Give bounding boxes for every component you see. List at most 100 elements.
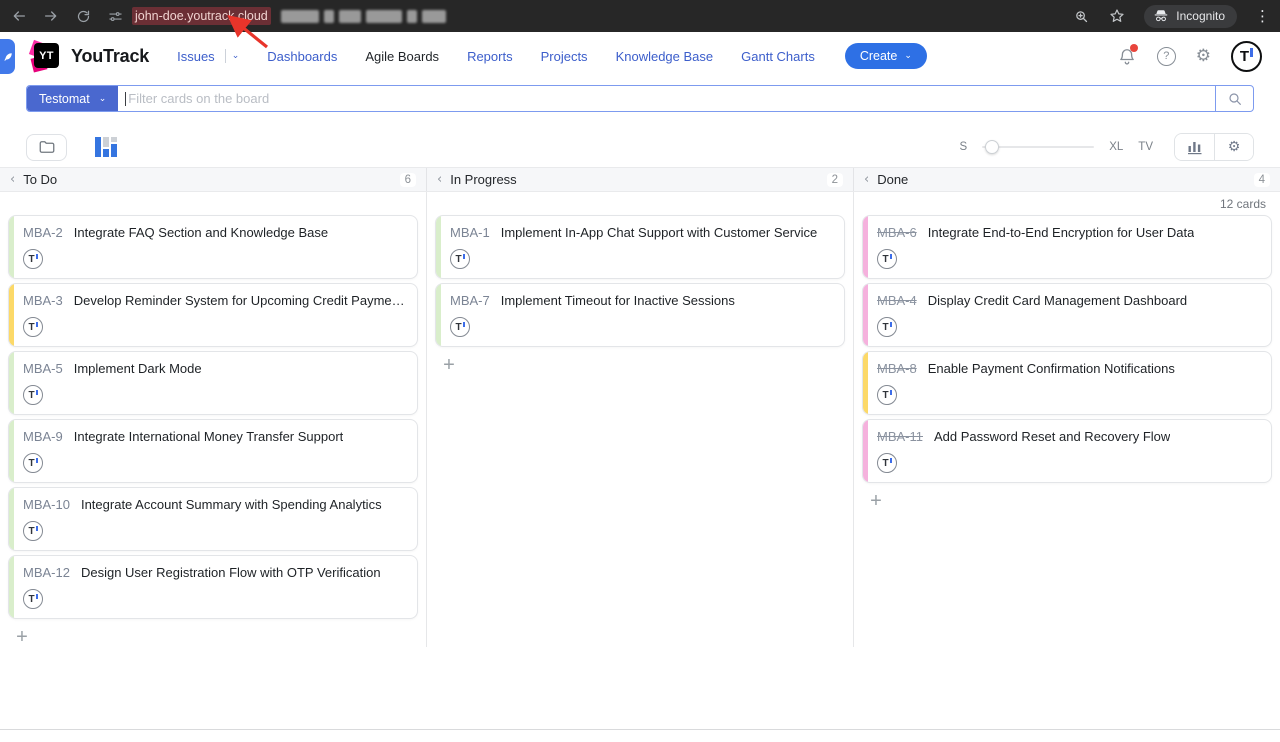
card-title[interactable]: Add Password Reset and Recovery Flow <box>934 429 1170 445</box>
incognito-badge[interactable]: Incognito <box>1144 5 1237 28</box>
card-stack: MBA-6 Integrate End-to-End Encryption for… <box>862 215 1272 483</box>
card-MBA-12[interactable]: MBA-12 Design User Registration Flow with… <box>8 555 418 619</box>
project-avatar[interactable]: T <box>877 385 897 405</box>
backlog-button[interactable] <box>26 134 67 161</box>
gear-icon: ⚙ <box>1228 140 1241 154</box>
project-avatar[interactable]: T <box>23 249 43 269</box>
notifications-bell-icon[interactable] <box>1117 46 1137 66</box>
add-card-button[interactable]: + <box>439 356 459 376</box>
column-chart-icon <box>93 135 119 159</box>
card-title[interactable]: Integrate International Money Transfer S… <box>74 429 344 445</box>
card-MBA-6[interactable]: MBA-6 Integrate End-to-End Encryption for… <box>862 215 1272 279</box>
nav-issues[interactable]: Issues <box>163 49 253 64</box>
card-MBA-2[interactable]: MBA-2 Integrate FAQ Section and Knowledge… <box>8 215 418 279</box>
card-id[interactable]: MBA-6 <box>877 225 917 241</box>
card-id[interactable]: MBA-9 <box>23 429 63 445</box>
card-id[interactable]: MBA-10 <box>23 497 70 513</box>
site-info-icon[interactable] <box>106 7 124 25</box>
card-id[interactable]: MBA-4 <box>877 293 917 309</box>
url-text[interactable]: john-doe.youtrack.cloud <box>132 7 271 25</box>
card-title[interactable]: Display Credit Card Management Dashboard <box>928 293 1187 309</box>
card-title[interactable]: Enable Payment Confirmation Notification… <box>928 361 1175 377</box>
card-id[interactable]: MBA-11 <box>877 429 923 445</box>
youtrack-logo-icon[interactable]: YT <box>30 40 62 72</box>
card-id[interactable]: MBA-7 <box>450 293 490 309</box>
card-MBA-9[interactable]: MBA-9 Integrate International Money Trans… <box>8 419 418 483</box>
board-chart-button[interactable] <box>1175 134 1214 160</box>
user-avatar[interactable]: T <box>1231 41 1262 72</box>
card-title[interactable]: Integrate End-to-End Encryption for User… <box>928 225 1195 241</box>
help-icon[interactable]: ? <box>1157 47 1176 66</box>
collapse-column-icon[interactable] <box>864 172 869 187</box>
card-id[interactable]: MBA-8 <box>877 361 917 377</box>
project-avatar[interactable]: T <box>23 453 43 473</box>
chart-view-toggle[interactable] <box>93 134 121 161</box>
nav-dashboards[interactable]: Dashboards <box>253 49 351 64</box>
card-title[interactable]: Implement In-App Chat Support with Custo… <box>501 225 817 241</box>
card-MBA-10[interactable]: MBA-10 Integrate Account Summary with Spe… <box>8 487 418 551</box>
nav-knowledge-base[interactable]: Knowledge Base <box>602 49 728 64</box>
search-button[interactable] <box>1215 86 1253 111</box>
project-avatar[interactable]: T <box>877 317 897 337</box>
project-avatar[interactable]: T <box>23 589 43 609</box>
card-MBA-11[interactable]: MBA-11 Add Password Reset and Recovery Fl… <box>862 419 1272 483</box>
column-header-done[interactable]: Done4 <box>853 168 1280 191</box>
card-id[interactable]: MBA-12 <box>23 565 70 581</box>
project-avatar[interactable]: T <box>23 521 43 541</box>
card-title[interactable]: Implement Dark Mode <box>74 361 202 377</box>
filter-input[interactable] <box>126 86 1215 111</box>
project-avatar[interactable]: T <box>23 385 43 405</box>
column-header-in-progress[interactable]: In Progress2 <box>426 168 853 191</box>
nav-reports[interactable]: Reports <box>453 49 527 64</box>
card-title[interactable]: Develop Reminder System for Upcoming Cre… <box>74 293 407 309</box>
add-card-button[interactable]: + <box>866 492 886 512</box>
project-avatar[interactable]: T <box>450 249 470 269</box>
card-id[interactable]: MBA-2 <box>23 225 63 241</box>
project-avatar[interactable]: T <box>877 249 897 269</box>
board-settings-button[interactable]: ⚙ <box>1214 134 1253 160</box>
back-icon[interactable] <box>10 7 28 25</box>
reload-icon[interactable] <box>74 7 92 25</box>
create-button[interactable]: Create <box>845 43 927 69</box>
card-title[interactable]: Integrate FAQ Section and Knowledge Base <box>74 225 328 241</box>
product-name: YouTrack <box>71 46 149 67</box>
forward-icon[interactable] <box>42 7 60 25</box>
column-header-to-do[interactable]: To Do6 <box>0 168 426 191</box>
card-MBA-7[interactable]: MBA-7 Implement Timeout for Inactive Sess… <box>435 283 845 347</box>
card-id[interactable]: MBA-3 <box>23 293 63 309</box>
folder-icon <box>38 138 56 156</box>
project-avatar[interactable]: T <box>450 317 470 337</box>
card-title[interactable]: Integrate Account Summary with Spending … <box>81 497 382 513</box>
bookmark-star-icon[interactable] <box>1108 7 1126 25</box>
column-count-badge: 4 <box>1254 173 1270 187</box>
slider-knob[interactable] <box>985 140 999 154</box>
project-avatar[interactable]: T <box>23 317 43 337</box>
card-MBA-8[interactable]: MBA-8 Enable Payment Confirmation Notific… <box>862 351 1272 415</box>
browser-toolbar: john-doe.youtrack.cloud Incognito ⋮ <box>0 0 1280 32</box>
card-MBA-3[interactable]: MBA-3 Develop Reminder System for Upcomin… <box>8 283 418 347</box>
card-id[interactable]: MBA-1 <box>450 225 490 241</box>
zoom-icon[interactable] <box>1072 7 1090 25</box>
card-MBA-5[interactable]: MBA-5 Implement Dark Mode T <box>8 351 418 415</box>
add-card-button[interactable]: + <box>12 628 32 648</box>
nav-agile-boards[interactable]: Agile Boards <box>351 49 453 64</box>
card-size-small-label: S <box>960 141 968 153</box>
card-title[interactable]: Design User Registration Flow with OTP V… <box>81 565 381 581</box>
sidebar-handle[interactable] <box>0 39 15 74</box>
collapse-column-icon[interactable] <box>10 172 15 187</box>
chevron-down-icon[interactable] <box>232 51 240 61</box>
url-bar[interactable]: john-doe.youtrack.cloud <box>106 7 1058 25</box>
board-selector-button[interactable]: Testomat <box>27 86 118 111</box>
collapse-column-icon[interactable] <box>437 172 442 187</box>
browser-menu-icon[interactable]: ⋮ <box>1255 7 1270 25</box>
nav-gantt-charts[interactable]: Gantt Charts <box>727 49 829 64</box>
tv-mode-button[interactable]: TV <box>1138 141 1153 153</box>
card-MBA-4[interactable]: MBA-4 Display Credit Card Management Dash… <box>862 283 1272 347</box>
nav-projects[interactable]: Projects <box>527 49 602 64</box>
project-avatar[interactable]: T <box>877 453 897 473</box>
card-id[interactable]: MBA-5 <box>23 361 63 377</box>
settings-gear-icon[interactable]: ⚙ <box>1196 48 1211 65</box>
card-title[interactable]: Implement Timeout for Inactive Sessions <box>501 293 735 309</box>
card-MBA-1[interactable]: MBA-1 Implement In-App Chat Support with … <box>435 215 845 279</box>
card-size-slider[interactable] <box>982 140 1094 154</box>
